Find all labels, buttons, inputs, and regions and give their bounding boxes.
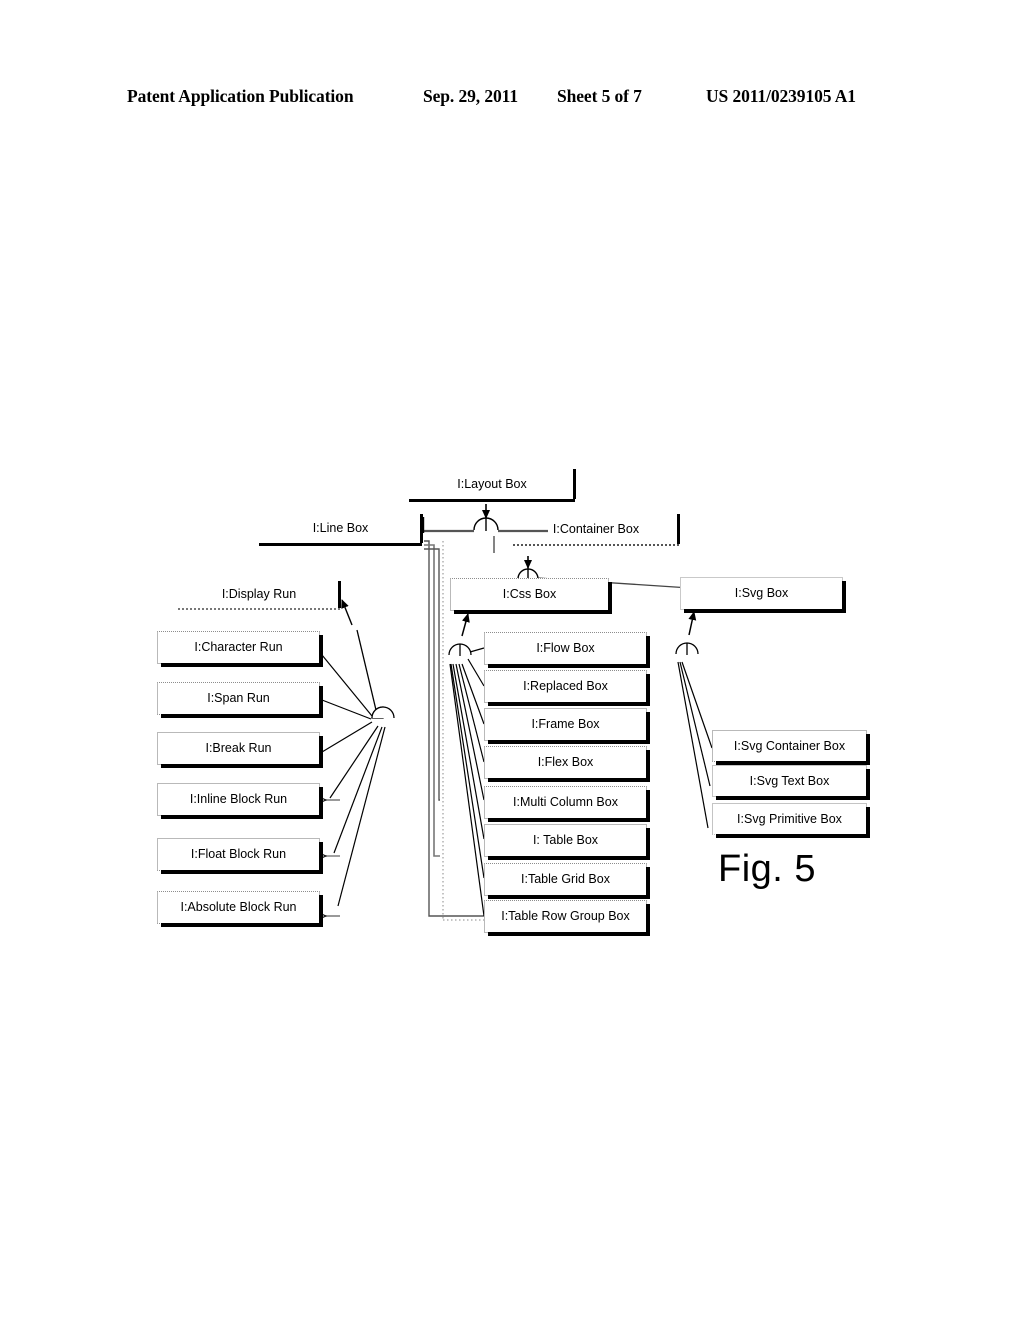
- generalization-fan-css-box: [448, 643, 472, 656]
- gen-arrow-to-display-run: [341, 599, 353, 626]
- gen-branch-table-row-group-box: [449, 663, 485, 917]
- class-node-layout-box[interactable]: I:Layout Box: [409, 469, 576, 502]
- gen-branch-svg-container-box: [681, 661, 713, 749]
- class-node-inline-block-run[interactable]: I:Inline Block Run: [157, 783, 323, 819]
- gen-branch-flow-box: [469, 647, 485, 653]
- class-node-css-box[interactable]: I:Css Box: [450, 578, 612, 614]
- gen-branch-character-run: [321, 654, 373, 717]
- gen-arrow-to-svg-box: [688, 611, 697, 636]
- class-node-layout-box-label: I:Layout Box: [457, 476, 527, 491]
- class-node-display-run-label: I:Display Run: [221, 587, 297, 602]
- class-node-svg-primitive-box[interactable]: I:Svg Primitive Box: [712, 803, 870, 838]
- gen-branch-svg-text-box: [679, 661, 711, 787]
- class-node-replaced-box[interactable]: I:Replaced Box: [484, 670, 650, 706]
- class-node-svg-container-box[interactable]: I:Svg Container Box: [712, 730, 870, 765]
- class-node-span-run[interactable]: I:Span Run: [157, 682, 323, 718]
- gen-branch-table-box: [452, 663, 485, 840]
- class-node-container-box[interactable]: I:Container Box: [513, 514, 680, 546]
- class-node-svg-text-box[interactable]: I:Svg Text Box: [712, 765, 870, 800]
- class-node-table-grid-box-label: I:Table Grid Box: [521, 872, 610, 887]
- gen-branch-float-block-run: [333, 726, 383, 854]
- gen-branch-break-run: [321, 721, 373, 753]
- gen-branch-replaced-box: [467, 658, 485, 687]
- class-node-span-run-label: I:Span Run: [207, 691, 270, 706]
- class-node-svg-container-box-label: I:Svg Container Box: [733, 738, 846, 753]
- gen-branch-span-run: [321, 699, 372, 720]
- class-node-svg-box-label: I:Svg Box: [734, 586, 789, 601]
- class-node-table-grid-box[interactable]: I:Table Grid Box: [484, 863, 650, 899]
- class-node-flow-box-label: I:Flow Box: [536, 641, 595, 656]
- class-node-break-run-label: I:Break Run: [205, 741, 272, 756]
- class-node-frame-box-label: I:Frame Box: [531, 717, 600, 732]
- class-node-frame-box[interactable]: I:Frame Box: [484, 708, 650, 744]
- class-node-multi-column-box[interactable]: I:Multi Column Box: [484, 786, 650, 822]
- class-node-css-box-label: I:Css Box: [502, 587, 557, 602]
- class-node-inline-block-run-label: I:Inline Block Run: [189, 792, 288, 807]
- class-node-character-run[interactable]: I:Character Run: [157, 631, 323, 667]
- class-node-display-run[interactable]: I:Display Run: [178, 581, 341, 610]
- class-node-flex-box[interactable]: I:Flex Box: [484, 746, 650, 782]
- class-node-flow-box[interactable]: I:Flow Box: [484, 632, 650, 668]
- class-node-character-run-label: I:Character Run: [194, 640, 283, 655]
- class-node-line-box[interactable]: I:Line Box: [259, 514, 423, 546]
- gen-branch-absolute-block-run: [337, 726, 386, 907]
- class-node-line-box-label: I:Line Box: [312, 521, 369, 536]
- generalization-fan-display-run: [371, 706, 384, 719]
- class-node-table-row-group-box-label: I:Table Row Group Box: [501, 909, 630, 924]
- class-node-container-box-label: I:Container Box: [552, 521, 640, 536]
- class-node-float-block-run[interactable]: I:Float Block Run: [157, 838, 323, 874]
- gen-branch-flex-box: [458, 663, 485, 763]
- gen-arrow-to-css-box: [461, 613, 470, 637]
- assoc-rail-float-block-run: [424, 544, 440, 857]
- class-node-table-box-label: I: Table Box: [532, 833, 599, 848]
- class-node-table-box[interactable]: I: Table Box: [484, 824, 650, 860]
- generalization-fan-layout: [473, 517, 499, 531]
- gen-branch-inline-block-run: [329, 725, 379, 799]
- generalization-fan-svg-box: [675, 642, 699, 655]
- class-node-absolute-block-run-label: I:Absolute Block Run: [180, 900, 297, 915]
- figure-caption: Fig. 5: [718, 848, 817, 890]
- assoc-rail-inline-block-run: [424, 548, 440, 801]
- class-node-svg-text-box-label: I:Svg Text Box: [749, 773, 830, 788]
- class-node-float-block-run-label: I:Float Block Run: [190, 847, 287, 862]
- class-node-break-run[interactable]: I:Break Run: [157, 732, 323, 768]
- class-node-flex-box-label: I:Flex Box: [537, 755, 594, 770]
- gen-branch-frame-box: [461, 663, 485, 725]
- class-node-svg-primitive-box-label: I:Svg Primitive Box: [737, 811, 842, 826]
- gen-branch-svg-primitive-box: [677, 661, 709, 829]
- gen-branch-table-grid-box: [450, 663, 485, 879]
- class-node-replaced-box-label: I:Replaced Box: [523, 679, 608, 694]
- gen-branch-multi-column-box: [455, 663, 485, 801]
- figure-5-diagram: I:Layout Box I:Line Box I:Container Box …: [0, 0, 1024, 1320]
- class-node-multi-column-box-label: I:Multi Column Box: [513, 795, 618, 810]
- class-node-table-row-group-box[interactable]: I:Table Row Group Box: [484, 900, 650, 936]
- class-node-svg-box[interactable]: I:Svg Box: [680, 577, 846, 613]
- class-node-absolute-block-run[interactable]: I:Absolute Block Run: [157, 891, 323, 927]
